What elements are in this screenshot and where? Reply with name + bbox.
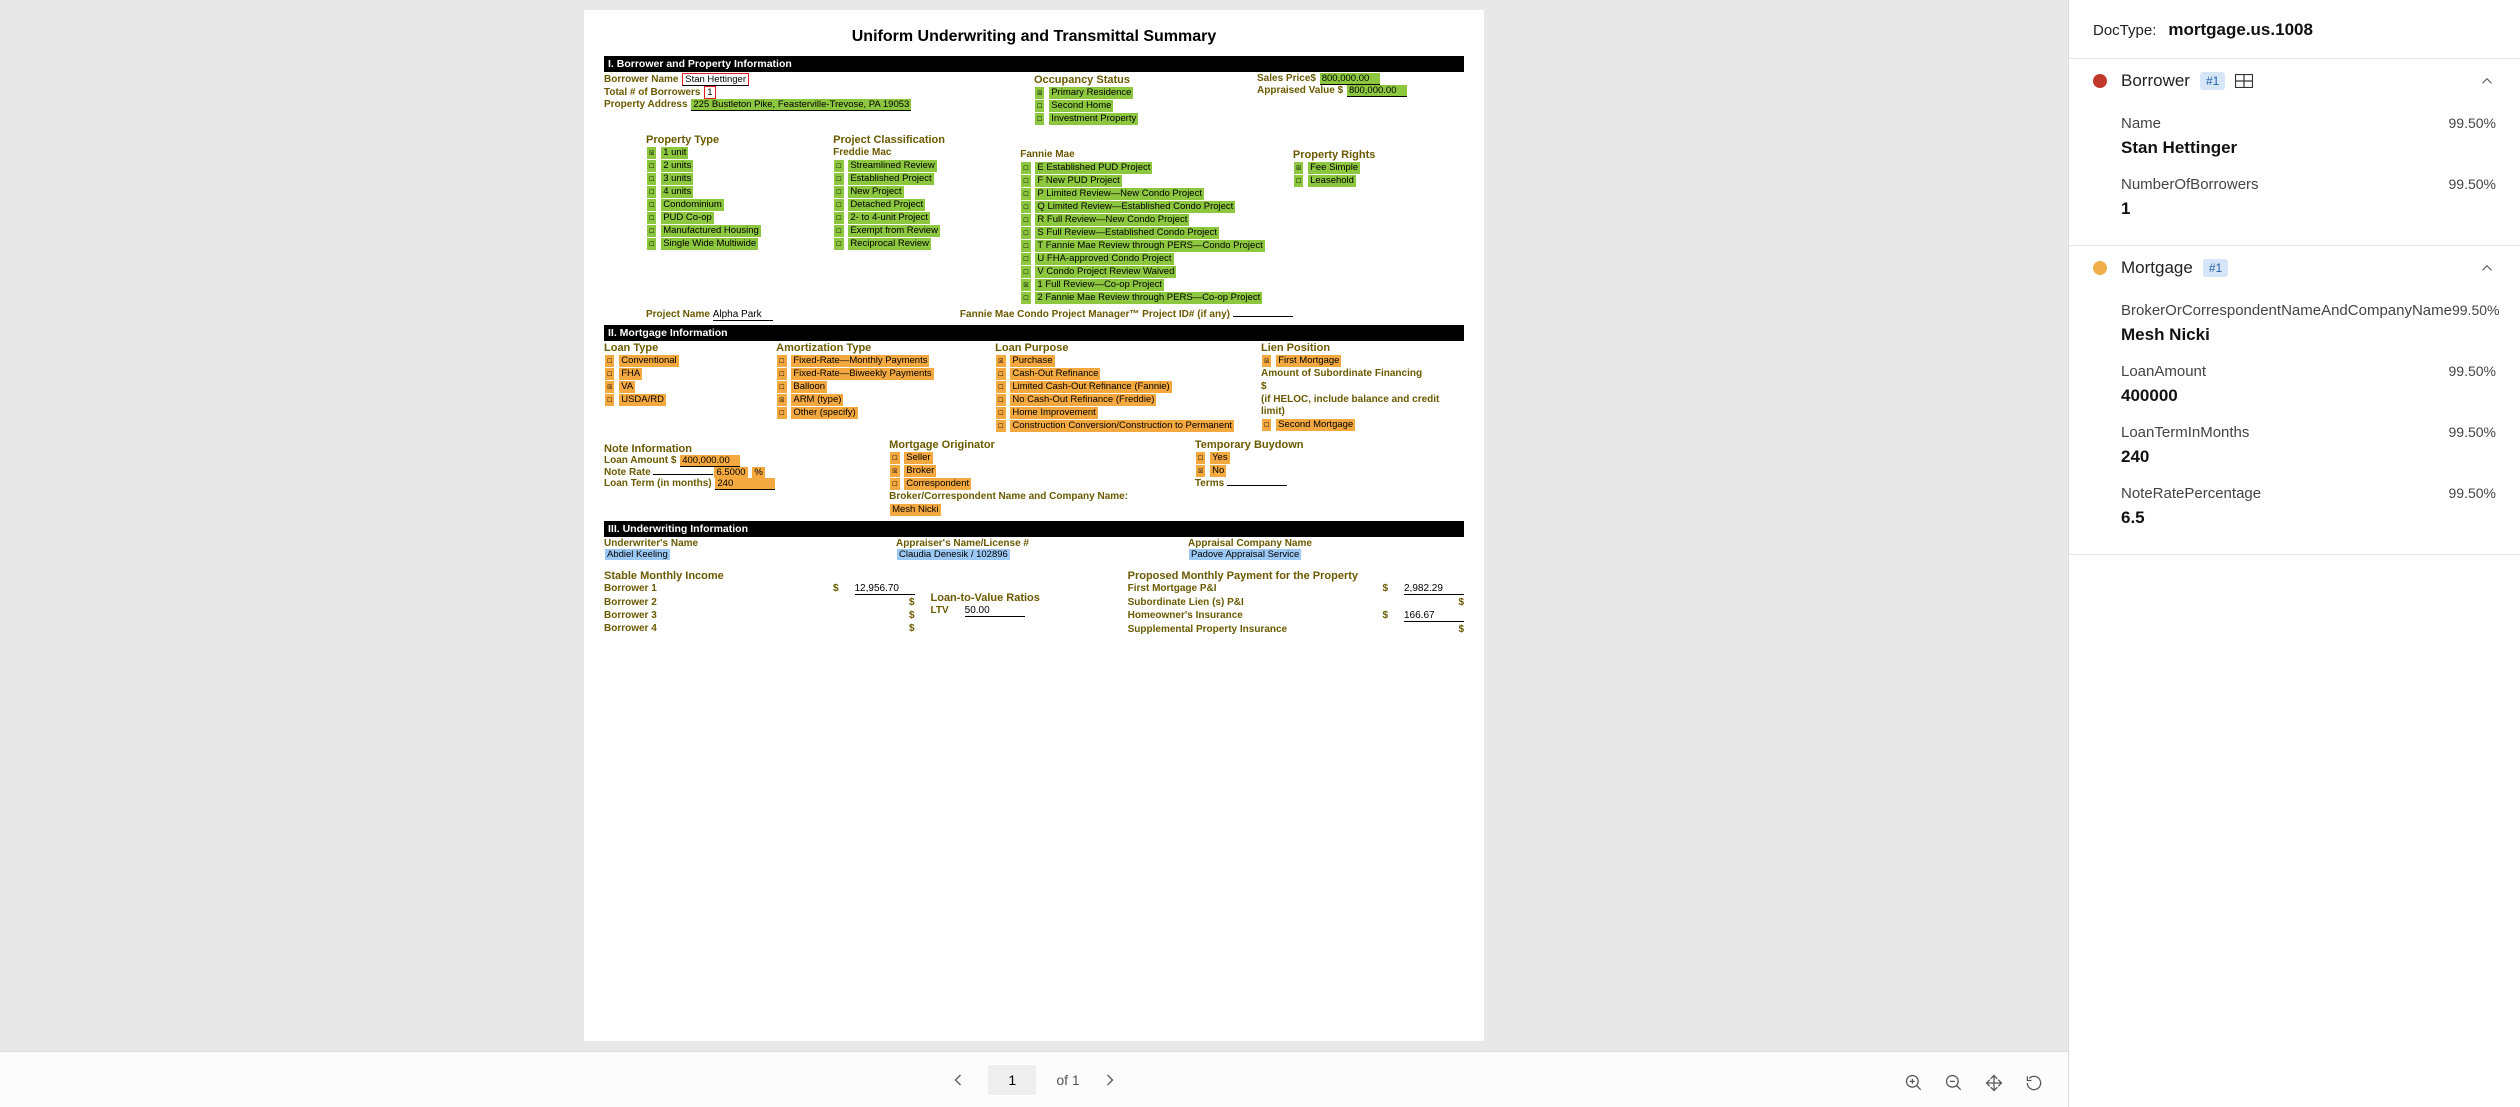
- extraction-section: Borrower #1 Name 99.50% Stan Hettinger N…: [2069, 59, 2520, 246]
- prev-page-icon[interactable]: [948, 1070, 968, 1090]
- proj-class-label: Project Classification: [833, 134, 1004, 146]
- field-value: 400000: [2121, 386, 2496, 406]
- extraction-field[interactable]: NoteRatePercentage 99.50% 6.5: [2121, 485, 2496, 528]
- appraised-value: 800,000.00: [1347, 85, 1407, 97]
- field-confidence: 99.50%: [2449, 424, 2496, 440]
- field-confidence: 99.50%: [2449, 115, 2496, 131]
- extraction-field[interactable]: NumberOfBorrowers 99.50% 1: [2121, 176, 2496, 219]
- zoom-out-icon[interactable]: [1944, 1073, 1964, 1093]
- section-3-header: III. Underwriting Information: [604, 521, 1464, 537]
- prop-addr-label: Property Address: [604, 99, 688, 110]
- document-panel: Uniform Underwriting and Transmittal Sum…: [0, 0, 2068, 1107]
- section-header[interactable]: Mortgage #1: [2069, 246, 2520, 290]
- section-header[interactable]: Borrower #1: [2069, 59, 2520, 103]
- section-color-dot: [2093, 261, 2107, 275]
- section-badge: #1: [2203, 259, 2228, 277]
- next-page-icon[interactable]: [1100, 1070, 1120, 1090]
- field-name: Name: [2121, 115, 2161, 132]
- extraction-field[interactable]: Name 99.50% Stan Hettinger: [2121, 115, 2496, 158]
- section-fields: Name 99.50% Stan Hettinger NumberOfBorro…: [2069, 115, 2520, 245]
- section-badge: #1: [2200, 72, 2225, 90]
- field-value: Mesh Nicki: [2121, 325, 2496, 345]
- occupancy-label: Occupancy Status: [1034, 74, 1241, 86]
- field-name: LoanAmount: [2121, 363, 2206, 380]
- field-name: NumberOfBorrowers: [2121, 176, 2259, 193]
- field-name: BrokerOrCorrespondentNameAndCompanyName: [2121, 302, 2452, 319]
- page-total-label: of 1: [1056, 1072, 1079, 1088]
- total-borrowers-value: 1: [704, 86, 715, 99]
- doctype-label: DocType:: [2093, 22, 2156, 39]
- page-number-input[interactable]: [988, 1065, 1036, 1095]
- sales-price-value: 800,000.00: [1320, 73, 1380, 85]
- doctype-row: DocType: mortgage.us.1008: [2069, 0, 2520, 59]
- zoom-in-icon[interactable]: [1904, 1073, 1924, 1093]
- field-value: 240: [2121, 447, 2496, 467]
- field-value: 1: [2121, 199, 2496, 219]
- field-name: LoanTermInMonths: [2121, 424, 2249, 441]
- extraction-field[interactable]: LoanAmount 99.50% 400000: [2121, 363, 2496, 406]
- section-1-header: I. Borrower and Property Information: [604, 56, 1464, 72]
- borrower-name-value: Stan Hettinger: [682, 73, 749, 86]
- occ-primary: Primary Residence: [1049, 87, 1133, 99]
- extraction-field[interactable]: LoanTermInMonths 99.50% 240: [2121, 424, 2496, 467]
- field-value: Stan Hettinger: [2121, 138, 2496, 158]
- extraction-section: Mortgage #1 BrokerOrCorrespondentNameAnd…: [2069, 246, 2520, 555]
- field-confidence: 99.50%: [2449, 485, 2496, 501]
- section-title: Borrower: [2121, 71, 2190, 91]
- sales-price-label: Sales Price$: [1257, 73, 1316, 84]
- extraction-panel: DocType: mortgage.us.1008 Borrower #1 Na…: [2068, 0, 2520, 1107]
- occ-second: Second Home: [1049, 100, 1113, 112]
- field-confidence: 99.50%: [2449, 363, 2496, 379]
- section-title: Mortgage: [2121, 258, 2193, 278]
- section-2-header: II. Mortgage Information: [604, 325, 1464, 341]
- pan-icon[interactable]: [1984, 1073, 2004, 1093]
- viewer-toolbar: of 1: [0, 1051, 2068, 1107]
- prop-rights-label: Property Rights: [1293, 149, 1464, 161]
- fannie-label: Fannie Mae: [1020, 149, 1277, 161]
- chevron-up-icon[interactable]: [2478, 259, 2496, 277]
- rotate-icon[interactable]: [2024, 1073, 2044, 1093]
- table-icon[interactable]: [2235, 74, 2253, 88]
- field-value: 6.5: [2121, 508, 2496, 528]
- field-name: NoteRatePercentage: [2121, 485, 2261, 502]
- freddie-label: Freddie Mac: [833, 147, 1004, 159]
- section-fields: BrokerOrCorrespondentNameAndCompanyName …: [2069, 302, 2520, 554]
- field-confidence: 99.50%: [2449, 176, 2496, 192]
- section-color-dot: [2093, 74, 2107, 88]
- chevron-up-icon[interactable]: [2478, 72, 2496, 90]
- doctype-value: mortgage.us.1008: [2168, 20, 2313, 40]
- field-confidence: 99.50%: [2452, 302, 2499, 318]
- document-scroll[interactable]: Uniform Underwriting and Transmittal Sum…: [0, 0, 2068, 1051]
- document-page: Uniform Underwriting and Transmittal Sum…: [584, 10, 1484, 1041]
- total-borrowers-label: Total # of Borrowers: [604, 87, 701, 98]
- borrower-name-label: Borrower Name: [604, 74, 678, 85]
- document-title: Uniform Underwriting and Transmittal Sum…: [604, 28, 1464, 46]
- property-type-label: Property Type: [646, 134, 817, 146]
- occ-invest: Investment Property: [1049, 113, 1138, 125]
- appraised-label: Appraised Value $: [1257, 85, 1343, 96]
- extraction-field[interactable]: BrokerOrCorrespondentNameAndCompanyName …: [2121, 302, 2496, 345]
- prop-addr-value: 225 Bustleton Pike, Feasterville-Trevose…: [691, 99, 911, 111]
